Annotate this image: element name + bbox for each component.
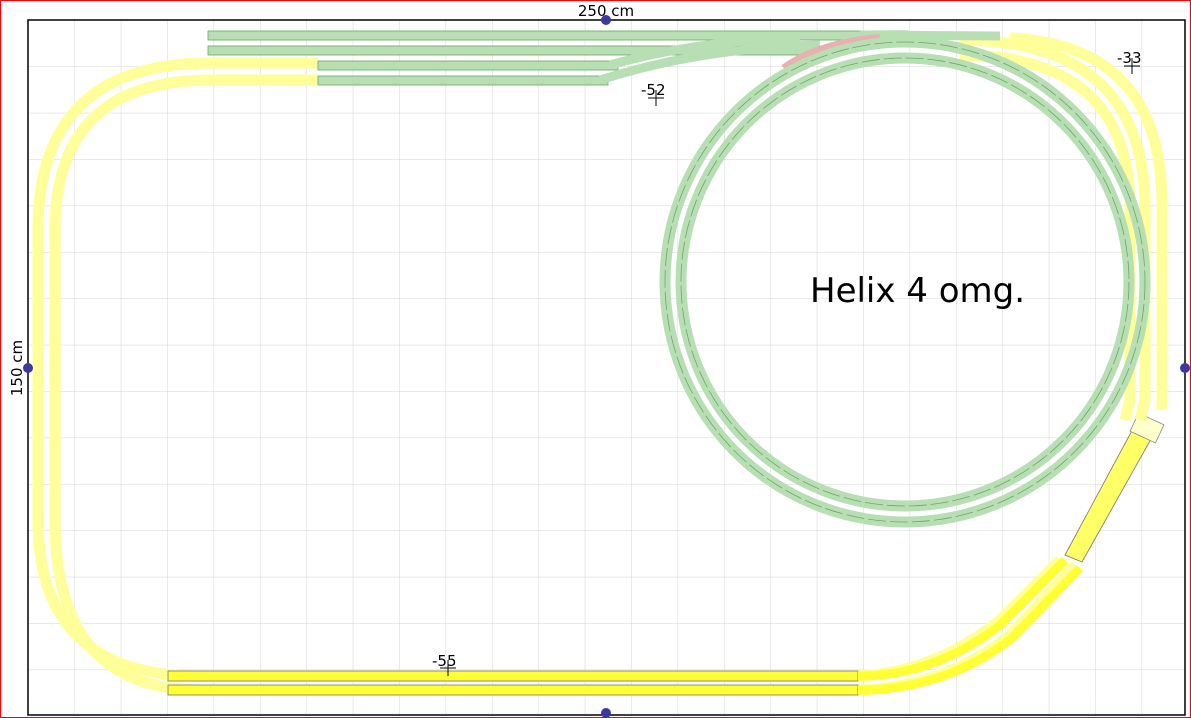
track-layout-canvas[interactable]: 250 cm 150 cm -52 -33 -55 Helix 4 omg. xyxy=(0,0,1191,718)
width-dimension-label: 250 cm xyxy=(578,2,634,20)
elevation-label-top-right: -33 xyxy=(1117,49,1142,67)
height-dimension-label: 150 cm xyxy=(8,340,26,396)
elevation-label-top-left: -52 xyxy=(641,81,666,99)
helix-label: Helix 4 omg. xyxy=(810,271,1025,311)
elevation-label-bottom: -55 xyxy=(432,652,457,670)
